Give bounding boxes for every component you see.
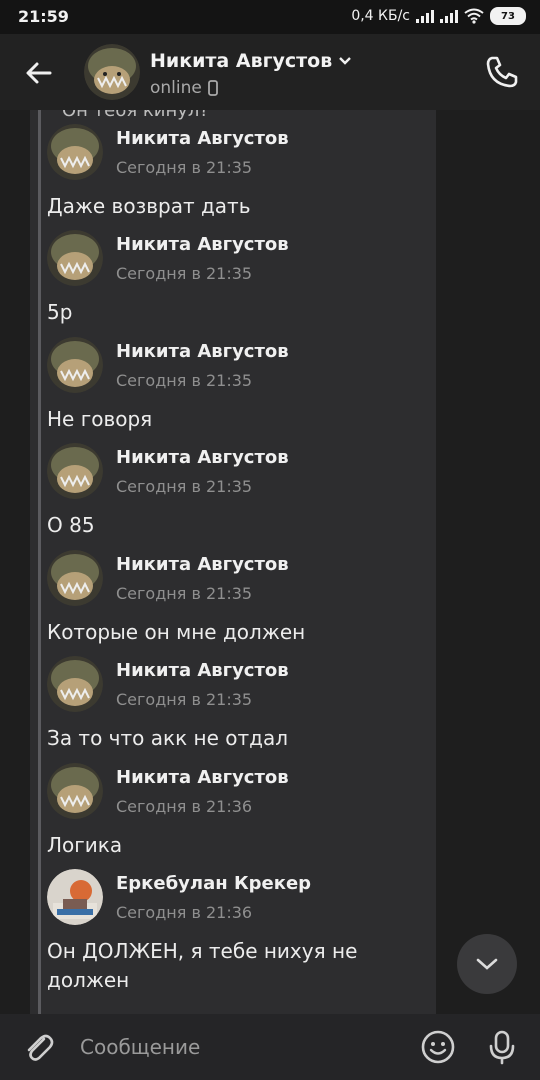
message-time: Сегодня в 21:35 [116, 690, 253, 709]
signal-icon-2 [440, 9, 458, 23]
author-name[interactable]: Никита Августов [116, 767, 289, 788]
message-text: Не говоря [47, 407, 153, 431]
message-time: Сегодня в 21:35 [116, 264, 253, 283]
message-composer: Сообщение [0, 1014, 540, 1080]
message-text: Он ДОЛЖЕН, я тебе нихуя не должен [47, 939, 358, 992]
message-time: Сегодня в 21:35 [116, 584, 253, 603]
author-name[interactable]: Никита Августов [116, 234, 289, 255]
author-name[interactable]: Никита Августов [116, 128, 289, 149]
author-avatar[interactable] [47, 869, 103, 925]
message-text: О 85 [47, 513, 95, 537]
author-name[interactable]: Еркебулан Крекер [116, 873, 311, 894]
author-avatar[interactable] [47, 337, 103, 393]
status-time: 21:59 [18, 7, 69, 26]
message-text: Логика [47, 833, 123, 857]
author-name[interactable]: Никита Августов [116, 341, 289, 362]
author-avatar[interactable] [47, 230, 103, 286]
scroll-down-button[interactable] [457, 934, 517, 994]
network-speed: 0,4 КБ/с [351, 8, 410, 24]
author-avatar[interactable] [47, 443, 103, 499]
author-avatar[interactable] [47, 550, 103, 606]
emoji-icon[interactable] [420, 1029, 456, 1065]
chevron-down-icon [339, 57, 352, 65]
message-time: Сегодня в 21:36 [116, 797, 253, 816]
author-name[interactable]: Никита Августов [116, 447, 289, 468]
message-time: Сегодня в 21:36 [116, 903, 253, 922]
message-text: Которые он мне должен [47, 620, 306, 644]
author-avatar[interactable] [47, 763, 103, 819]
message-time: Сегодня в 21:35 [116, 477, 253, 496]
contact-status: online [150, 78, 218, 98]
chat-header: Никита Августов online [0, 34, 540, 110]
message-time: Сегодня в 21:35 [116, 158, 253, 177]
message-input[interactable]: Сообщение [80, 1035, 200, 1059]
back-arrow-icon[interactable] [22, 56, 56, 90]
contact-name[interactable]: Никита Августов [150, 50, 352, 72]
microphone-icon[interactable] [484, 1029, 520, 1065]
status-bar: 21:59 0,4 КБ/с 73 [0, 0, 540, 34]
chevron-down-icon [476, 958, 498, 970]
message-text: Даже возврат дать [47, 194, 251, 218]
author-avatar[interactable] [47, 656, 103, 712]
mobile-device-icon [207, 80, 218, 96]
phone-call-icon[interactable] [482, 52, 522, 92]
message-text: За то что акк не отдал [47, 726, 289, 750]
signal-icon [416, 9, 434, 23]
author-name[interactable]: Никита Августов [116, 554, 289, 575]
message-list[interactable]: Он тебя кинул? Никита Августов Сегодня в… [30, 110, 436, 1014]
attach-clip-icon[interactable] [20, 1029, 56, 1065]
author-name[interactable]: Никита Августов [116, 660, 289, 681]
status-text: online [150, 78, 202, 98]
forward-quote-line [38, 110, 41, 1014]
battery-icon: 73 [490, 7, 526, 25]
message-time: Сегодня в 21:35 [116, 371, 253, 390]
wifi-icon [464, 8, 484, 24]
author-avatar[interactable] [47, 124, 103, 180]
contact-name-text: Никита Августов [150, 50, 333, 72]
contact-avatar[interactable] [84, 44, 140, 100]
partial-message-text: Он тебя кинул? [62, 110, 209, 121]
message-text: 5р [47, 300, 73, 324]
status-right: 0,4 КБ/с 73 [351, 7, 526, 25]
